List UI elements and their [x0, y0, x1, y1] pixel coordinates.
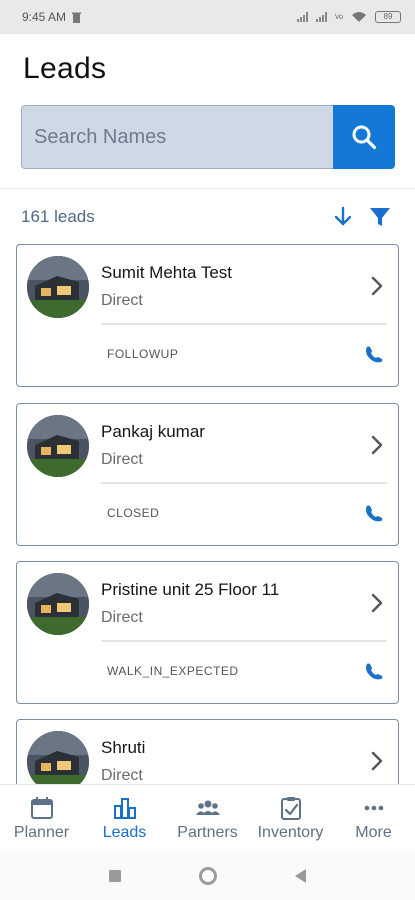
search-bar — [21, 105, 395, 169]
chevron-right-icon[interactable] — [369, 275, 385, 297]
search-button[interactable] — [333, 105, 395, 169]
nav-label: Inventory — [257, 824, 324, 841]
group-icon — [195, 800, 220, 815]
lead-card[interactable]: Pankaj kumar Direct CLOSED — [16, 403, 399, 546]
lead-avatar — [27, 573, 89, 635]
lead-avatar — [27, 415, 89, 477]
lead-avatar — [27, 731, 89, 784]
nav-label: More — [355, 824, 392, 841]
chevron-right-icon[interactable] — [369, 434, 385, 456]
sort-down-arrow-icon[interactable] — [332, 205, 354, 227]
card-divider — [101, 482, 387, 484]
lead-count: 161 leads — [21, 207, 95, 226]
status-right: Vo 89 — [296, 11, 401, 23]
lead-card[interactable]: Sumit Mehta Test Direct FOLLOWUP — [16, 244, 399, 387]
lead-name: Pristine unit 25 Floor 11 — [101, 580, 280, 599]
calendar-icon — [30, 797, 53, 819]
bar-chart-icon — [113, 798, 136, 819]
page-title: Leads — [23, 52, 107, 85]
lead-name: Sumit Mehta Test — [101, 263, 233, 282]
filter-funnel-icon[interactable] — [369, 206, 391, 228]
lead-status: CLOSED — [107, 506, 160, 520]
card-divider — [101, 640, 387, 642]
lead-card[interactable]: Shruti Direct — [16, 719, 399, 784]
nav-label: Partners — [177, 824, 238, 841]
lead-name: Pankaj kumar — [101, 422, 205, 441]
lead-status: FOLLOWUP — [107, 347, 179, 361]
signal-icon — [296, 12, 308, 22]
wifi-icon — [352, 12, 366, 22]
card-divider — [101, 323, 387, 325]
trash-icon — [72, 12, 82, 23]
phone-icon[interactable] — [363, 343, 385, 365]
nav-leads[interactable]: Leads — [83, 785, 166, 851]
search-icon — [352, 125, 377, 150]
lead-card[interactable]: Pristine unit 25 Floor 11 Direct WALK_IN… — [16, 561, 399, 704]
chevron-right-icon[interactable] — [369, 750, 385, 772]
lead-avatar — [27, 256, 89, 318]
header-divider — [0, 188, 415, 189]
status-bar: 9:45 AM Vo 89 — [0, 0, 415, 34]
leads-list: Sumit Mehta Test Direct FOLLOWUP Pankaj … — [16, 244, 399, 784]
back-triangle-icon[interactable] — [295, 868, 306, 883]
nav-label: Planner — [13, 824, 70, 841]
volte-label: Vo — [334, 13, 343, 21]
home-circle-icon[interactable] — [199, 866, 217, 885]
lead-source: Direct — [101, 609, 143, 626]
search-input[interactable] — [21, 105, 333, 169]
recents-square-icon[interactable] — [109, 869, 121, 882]
nav-planner[interactable]: Planner — [0, 785, 83, 851]
nav-partners[interactable]: Partners — [166, 785, 249, 851]
lead-status: WALK_IN_EXPECTED — [107, 664, 239, 678]
more-dots-icon — [364, 805, 383, 811]
status-left: 9:45 AM — [22, 10, 82, 24]
lead-source: Direct — [101, 767, 143, 784]
phone-icon[interactable] — [363, 502, 385, 524]
chevron-right-icon[interactable] — [369, 592, 385, 614]
battery-icon: 89 — [375, 11, 401, 23]
bottom-nav: Planner Leads Partners Inventory More — [0, 784, 415, 851]
system-nav-bar — [0, 851, 415, 900]
nav-label: Leads — [102, 824, 147, 841]
lead-source: Direct — [101, 292, 143, 309]
phone-icon[interactable] — [363, 660, 385, 682]
nav-inventory[interactable]: Inventory — [249, 785, 332, 851]
status-time: 9:45 AM — [22, 10, 67, 24]
signal-icon-2 — [315, 12, 327, 22]
lead-source: Direct — [101, 451, 143, 468]
nav-more[interactable]: More — [332, 785, 415, 851]
clipboard-check-icon — [280, 797, 301, 820]
lead-name: Shruti — [101, 738, 146, 757]
